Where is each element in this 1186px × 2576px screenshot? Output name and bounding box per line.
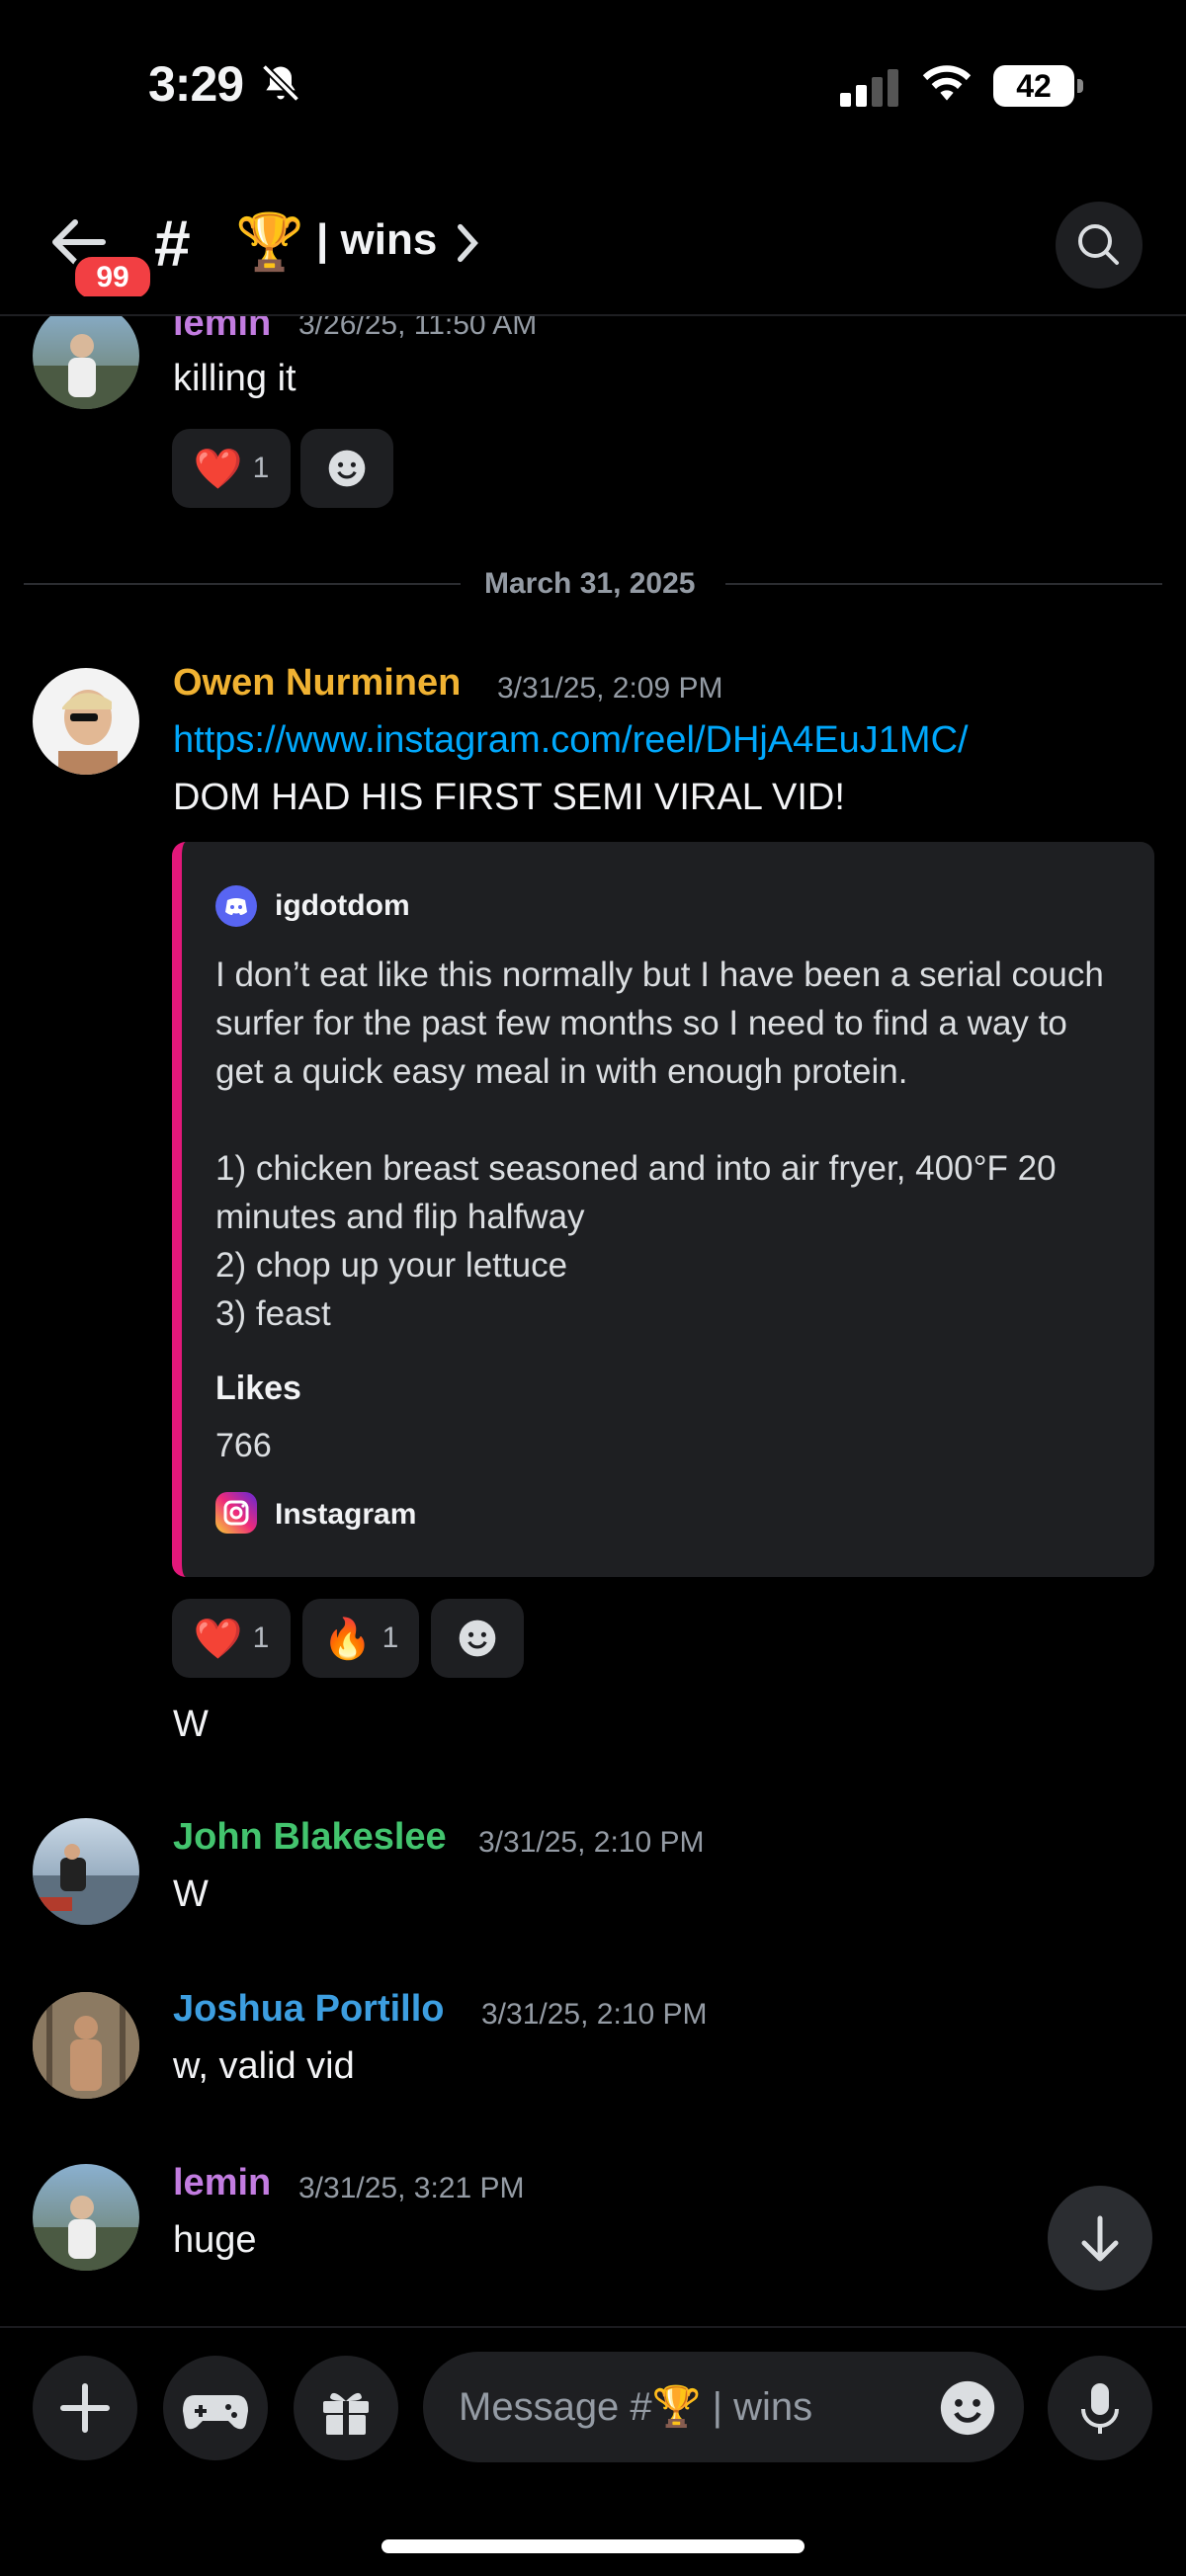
reaction-count: 1 — [381, 1621, 399, 1654]
microphone-icon — [1081, 2383, 1119, 2434]
message-author[interactable]: lemin — [173, 2162, 271, 2204]
trophy-emoji: 🏆 — [651, 2385, 702, 2429]
battery-indicator: 42 — [993, 65, 1074, 107]
reaction-heart[interactable]: ❤️ 1 — [172, 1599, 291, 1678]
gift-button[interactable] — [294, 2356, 398, 2460]
heart-emoji: ❤️ — [193, 1617, 243, 1661]
embed-description: I don’t eat like this normally but I hav… — [215, 956, 1104, 1333]
embed-field-name: Likes — [215, 1370, 301, 1407]
reaction-heart[interactable]: ❤️ 1 — [172, 429, 291, 508]
embed-footer: Instagram — [275, 1498, 417, 1531]
message-timestamp: 3/31/25, 3:21 PM — [298, 2172, 525, 2204]
message-text: huge — [173, 2219, 257, 2261]
home-indicator — [381, 2539, 805, 2553]
heart-emoji: ❤️ — [193, 447, 243, 491]
unread-badge: 99 — [71, 253, 154, 302]
avatar[interactable] — [33, 1818, 139, 1925]
plus-icon — [60, 2383, 110, 2433]
avatar[interactable] — [33, 302, 139, 409]
voice-message-button[interactable] — [1048, 2356, 1152, 2460]
message-text: W — [173, 1703, 209, 1745]
composer-separator — [0, 2326, 1186, 2328]
attach-button[interactable] — [33, 2356, 137, 2460]
trophy-emoji: 🏆 — [235, 210, 304, 273]
message-author[interactable]: Owen Nurminen — [173, 662, 461, 705]
message-author[interactable]: Joshua Portillo — [173, 1988, 444, 2031]
message-timestamp: 3/31/25, 2:10 PM — [481, 1998, 708, 2031]
message-timestamp: 3/31/25, 2:09 PM — [497, 672, 723, 705]
message-text: W — [173, 1873, 209, 1915]
message-text: DOM HAD HIS FIRST SEMI VIRAL VID! — [173, 777, 845, 818]
placeholder-channel: | wins — [712, 2385, 813, 2429]
avatar[interactable] — [33, 2164, 139, 2271]
message-author[interactable]: John Blakeslee — [173, 1816, 447, 1859]
message-text: killing it — [173, 358, 296, 399]
add-reaction-button[interactable] — [300, 429, 393, 508]
cell-signal-icon — [840, 69, 903, 107]
date-divider-line — [24, 583, 461, 585]
message-input-placeholder[interactable]: Message #🏆 | wins — [459, 2383, 812, 2430]
arrow-down-icon — [1081, 2215, 1119, 2262]
instagram-reel-link[interactable]: https://www.instagram.com/reel/DHjA4EuJ1… — [173, 719, 969, 762]
jump-to-present-button[interactable] — [1048, 2186, 1152, 2290]
wifi-icon — [922, 65, 972, 101]
date-divider-label: March 31, 2025 — [484, 567, 696, 600]
embed-field-value: 766 — [215, 1427, 272, 1464]
search-button[interactable] — [1056, 202, 1143, 289]
search-icon — [1078, 224, 1119, 265]
smile-add-reaction-icon — [328, 450, 366, 487]
gift-icon — [323, 2392, 369, 2435]
placeholder-prefix: Message # — [459, 2385, 652, 2429]
gamepad-icon — [183, 2395, 248, 2430]
avatar[interactable] — [33, 668, 139, 775]
channel-name[interactable]: | wins — [316, 215, 437, 265]
status-time: 3:29 — [148, 56, 244, 112]
date-divider-line — [725, 583, 1162, 585]
message-timestamp: 3/31/25, 2:10 PM — [478, 1826, 705, 1859]
bell-slash-icon — [261, 63, 300, 103]
message-text: w, valid vid — [173, 2045, 355, 2087]
smile-add-reaction-icon — [459, 1620, 496, 1657]
fire-emoji: 🔥 — [322, 1617, 373, 1661]
instagram-icon — [215, 1492, 257, 1534]
link-embed[interactable]: igdotdom I don’t eat like this normally … — [172, 842, 1154, 1577]
chevron-right-icon[interactable] — [457, 223, 478, 263]
reaction-count: 1 — [252, 452, 270, 484]
embed-author[interactable]: igdotdom — [275, 889, 410, 923]
avatar[interactable] — [33, 1992, 139, 2099]
add-reaction-button[interactable] — [431, 1599, 524, 1678]
reaction-fire[interactable]: 🔥 1 — [302, 1599, 419, 1678]
battery-tip — [1077, 79, 1083, 93]
reaction-count: 1 — [252, 1621, 270, 1654]
activities-button[interactable] — [163, 2356, 268, 2460]
channel-hash-icon: # — [154, 207, 191, 280]
discord-icon — [215, 885, 257, 927]
emoji-icon[interactable] — [937, 2377, 998, 2439]
